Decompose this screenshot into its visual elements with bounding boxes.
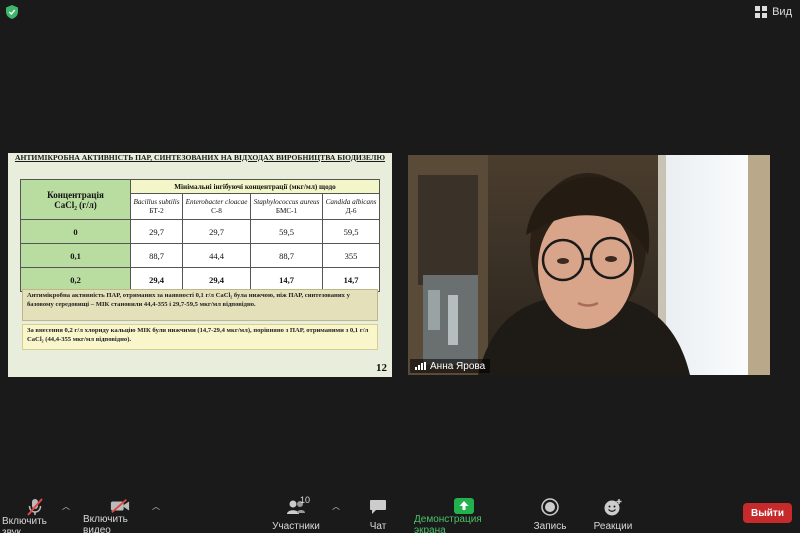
slide-title: АНТИМІКРОБНА АКТИВНІСТЬ ПАР, СИНТЕЗОВАНИ… xyxy=(14,153,386,162)
slide-note-2: За внесення 0,2 г/л хлориду кальцію МІК … xyxy=(22,324,378,350)
mic-value: 59,5 xyxy=(249,219,324,244)
slide-page-number: 12 xyxy=(376,362,387,374)
table-row: 0 29,7 29,7 59,5 59,5 xyxy=(20,219,380,244)
share-screen-button[interactable]: Демонстрация экрана xyxy=(414,498,514,533)
participants-icon: 10 xyxy=(286,495,310,516)
signal-strength-icon xyxy=(415,362,426,370)
table-row: 0,1 88,7 44,4 88,7 355 xyxy=(20,243,380,268)
record-button[interactable]: Запись xyxy=(532,498,568,532)
view-label: Вид xyxy=(772,6,792,18)
mic-value: 44,4 xyxy=(182,243,251,268)
participant-video[interactable]: Анна Ярова xyxy=(408,155,770,375)
video-off-icon xyxy=(110,498,130,514)
start-video-label: Включить видео xyxy=(83,514,128,533)
share-screen-label: Демонстрация экрана xyxy=(414,514,482,533)
mic-value: 14,7 xyxy=(322,267,380,292)
reactions-button[interactable]: Реакции xyxy=(593,498,633,532)
organism-header: Bacillus subtilis БТ-2 xyxy=(129,193,184,220)
start-video-button[interactable]: Включить видео xyxy=(83,498,157,533)
shared-screen-slide: АНТИМІКРОБНА АКТИВНІСТЬ ПАР, СИНТЕЗОВАНИ… xyxy=(8,153,392,377)
concentration-cell: 0 xyxy=(20,219,131,244)
mic-table: Концентрація CaCl₂ (г/л) Мінімальні інгі… xyxy=(20,179,380,292)
mic-value: 29,7 xyxy=(129,219,184,244)
reactions-smiley-icon xyxy=(603,498,623,516)
participant-name: Анна Ярова xyxy=(430,360,486,372)
mic-header: Мінімальні інгібуючі концентрації (мкг/м… xyxy=(130,179,380,194)
concentration-cell: 0,1 xyxy=(20,243,131,268)
mic-value: 14,7 xyxy=(249,267,324,292)
meeting-toolbar: Включить звук ︿ Включить видео ︿ 10 Учас… xyxy=(0,493,800,533)
record-label: Запись xyxy=(533,521,567,532)
unmute-label: Включить звук xyxy=(2,516,47,533)
mic-value: 355 xyxy=(322,243,380,268)
concentration-header: Концентрація CaCl₂ (г/л) xyxy=(20,179,131,220)
chat-label: Чат xyxy=(369,521,387,532)
participants-button[interactable]: 10 Участники xyxy=(272,495,320,532)
muted-microphone-icon xyxy=(25,498,45,516)
participants-label: Участники xyxy=(272,521,320,532)
mic-value: 29,4 xyxy=(129,267,184,292)
audio-options-caret-icon[interactable]: ︿ xyxy=(62,501,70,512)
organism-header: Staphylococcus aureus БМС-1 xyxy=(249,193,324,220)
mic-value: 88,7 xyxy=(249,243,324,268)
table-row: 0,2 29,4 29,4 14,7 14,7 xyxy=(20,267,380,292)
share-screen-icon xyxy=(454,498,474,514)
security-shield-icon[interactable] xyxy=(6,5,18,19)
participants-options-caret-icon[interactable]: ︿ xyxy=(332,501,340,512)
participant-video-image xyxy=(408,155,770,375)
mic-value: 29,7 xyxy=(182,219,251,244)
grid-icon xyxy=(755,6,768,18)
chat-icon xyxy=(368,498,388,516)
mic-value: 29,4 xyxy=(182,267,251,292)
participants-count: 10 xyxy=(300,495,311,505)
mic-value: 59,5 xyxy=(322,219,380,244)
mic-value: 88,7 xyxy=(129,243,184,268)
organism-header: Candida albicans Д-6 xyxy=(322,193,380,220)
concentration-cell: 0,2 xyxy=(20,267,131,292)
record-icon xyxy=(540,498,560,516)
organism-header: Enterobacter cloacae С-8 xyxy=(182,193,251,220)
reactions-label: Реакции xyxy=(593,521,633,532)
video-options-caret-icon[interactable]: ︿ xyxy=(152,501,160,512)
unmute-button[interactable]: Включить звук xyxy=(2,498,68,533)
participant-name-tag: Анна Ярова xyxy=(410,359,491,373)
chat-button[interactable]: Чат xyxy=(364,498,392,532)
slide-note-1: Антимікробна активність ПАР, отриманих з… xyxy=(22,289,378,321)
view-button[interactable]: Вид xyxy=(755,4,792,20)
top-bar: Вид xyxy=(0,0,800,24)
leave-meeting-button[interactable]: Выйти xyxy=(743,503,792,523)
